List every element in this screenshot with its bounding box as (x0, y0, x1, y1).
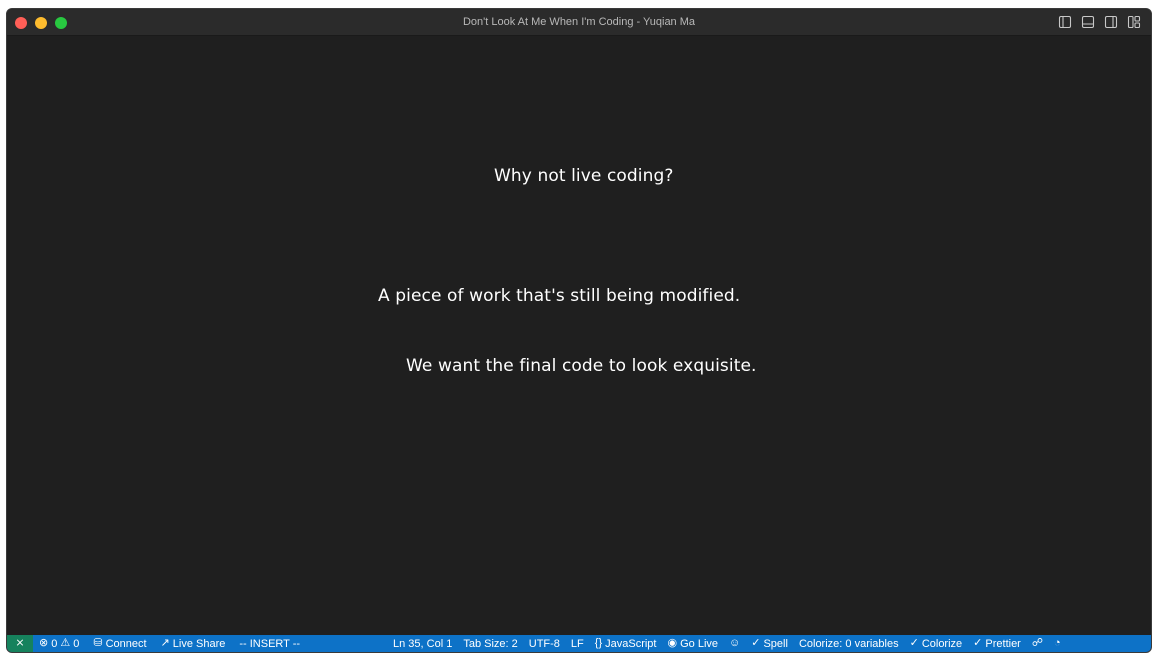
tab-size-label: Tab Size: 2 (463, 637, 518, 650)
error-count: 0 (51, 637, 58, 650)
language-mode[interactable]: {} JavaScript (595, 637, 657, 650)
double-check-icon: ✓ (973, 637, 983, 649)
editor-line: We want the final code to look exquisite… (406, 356, 757, 376)
go-live-label: Go Live (680, 637, 719, 650)
encoding[interactable]: UTF-8 (529, 637, 560, 650)
colorize-label: Colorize (921, 637, 963, 650)
connect-button[interactable]: ⛁ Connect (93, 637, 146, 650)
panel-bottom-icon[interactable] (1081, 15, 1095, 29)
spell-label: Spell (763, 637, 788, 650)
colorize-button[interactable]: ✓ Colorize (910, 637, 963, 650)
sidebar-right-icon[interactable] (1104, 15, 1118, 29)
remote-indicator[interactable]: ⨯ (7, 635, 33, 652)
end-of-line[interactable]: LF (571, 637, 584, 650)
live-share-icon: ↗ (160, 637, 170, 649)
check-icon: ✓ (751, 637, 761, 649)
cursor-position[interactable]: Ln 35, Col 1 (393, 637, 452, 650)
vim-mode-label: -- INSERT -- (239, 637, 301, 650)
live-share-button[interactable]: ↗ Live Share (161, 637, 226, 650)
colorize-variables[interactable]: Colorize: 0 variables (799, 637, 899, 650)
window-title: Don't Look At Me When I'm Coding - Yuqia… (462, 16, 696, 28)
cursor-position-label: Ln 35, Col 1 (393, 637, 453, 650)
go-live-button[interactable]: ◉ Go Live (667, 637, 718, 650)
editor-area[interactable]: Why not live coding? A piece of work tha… (7, 36, 1151, 635)
warning-count: 0 (73, 637, 80, 650)
vscode-window: Don't Look At Me When I'm Coding - Yuqia… (6, 8, 1152, 653)
editor-line: Why not live coding? (494, 166, 674, 186)
notifications-button[interactable]: ◔ (1054, 637, 1061, 650)
customize-layout-icon[interactable] (1127, 15, 1141, 29)
editor-line: A piece of work that's still being modif… (378, 286, 741, 306)
feedback-button[interactable]: ☍ (1032, 637, 1043, 650)
bell-icon: ◔ (1054, 637, 1061, 649)
language-label: JavaScript (605, 637, 657, 650)
copilot-icon: ☺ (729, 637, 741, 649)
live-share-label: Live Share (172, 637, 226, 650)
colorize-vars-label: Colorize: 0 variables (798, 637, 899, 650)
sidebar-left-icon[interactable] (1058, 15, 1072, 29)
vim-mode: -- INSERT -- (239, 637, 300, 650)
encoding-label: UTF-8 (528, 637, 560, 650)
eol-label: LF (570, 637, 584, 650)
layout-controls (1058, 15, 1141, 29)
remote-icon: ⨯ (15, 637, 25, 649)
check-icon: ✓ (909, 637, 919, 649)
database-icon: ⛁ (93, 637, 103, 649)
problems-indicator[interactable]: ⊗ 0 ⚠ 0 (39, 637, 79, 650)
connect-label: Connect (105, 637, 147, 650)
broadcast-icon: ◉ (667, 637, 678, 649)
spell-button[interactable]: ✓ Spell (751, 637, 788, 650)
status-left: ⊗ 0 ⚠ 0 ⛁ Connect ↗ Live Share -- INSERT… (39, 637, 300, 650)
prettier-button[interactable]: ✓ Prettier (973, 637, 1021, 650)
copilot-button[interactable]: ☺ (729, 637, 740, 650)
prettier-label: Prettier (985, 637, 1021, 650)
status-right: Ln 35, Col 1 Tab Size: 2 UTF-8 LF {} Jav… (393, 637, 1061, 650)
status-bar: ⨯ ⊗ 0 ⚠ 0 ⛁ Connect ↗ Live Share -- INSE… (7, 635, 1151, 652)
feedback-icon: ☍ (1031, 637, 1043, 649)
title-bar: Don't Look At Me When I'm Coding - Yuqia… (7, 9, 1151, 36)
braces-icon: {} (594, 637, 603, 649)
warning-icon: ⚠ (60, 637, 71, 649)
error-icon: ⊗ (39, 637, 49, 649)
tab-size[interactable]: Tab Size: 2 (463, 637, 517, 650)
